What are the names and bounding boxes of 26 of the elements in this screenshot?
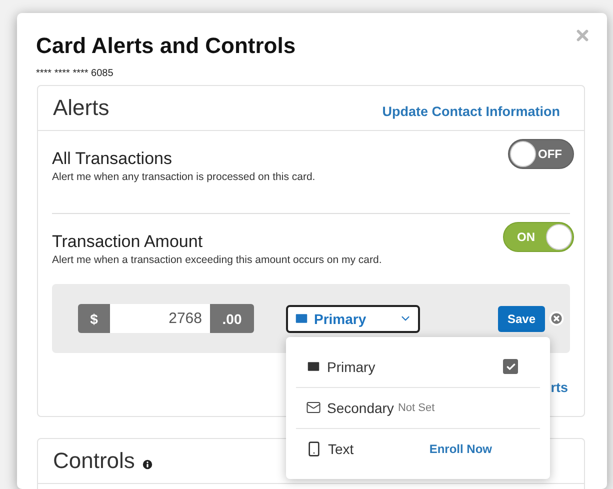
currency-addon: $ [78,304,110,333]
option-label[interactable]: Text [328,440,354,456]
amount-field[interactable]: 2768 [110,304,210,333]
phone-icon [306,440,322,456]
checkbox[interactable] [503,359,518,374]
option-note: Not Set [398,402,435,414]
alert-title: Transaction Amount [52,232,204,252]
dialog-title: Card Alerts and Controls [36,33,297,59]
clear-icon[interactable] [549,311,564,326]
check-icon [506,362,516,372]
alert-title: All Transactions [52,149,173,169]
panel-heading: Alerts [53,95,110,121]
alerts-link[interactable]: rts [550,374,568,395]
enroll-link[interactable]: Enroll Now [429,442,492,456]
contact-select[interactable]: Primary [286,304,420,332]
alert-description: Alert me when a transaction exceeding this amount occurs on my card. [52,254,382,266]
card-number: **** **** **** 6085 [36,68,114,80]
save-button[interactable]: Save [498,306,545,332]
cents-addon: .00 [210,304,254,333]
option-label[interactable]: Secondary [327,400,394,416]
toggle-switch[interactable]: OFF [508,139,574,169]
alert-description: Alert me when any transaction is processed on this card. [52,171,316,183]
info-icon[interactable] [140,458,154,470]
option-label[interactable]: Primary [327,358,376,374]
panel-heading: Controls [53,448,154,474]
update-contact-link[interactable]: Update Contact Information [382,98,560,118]
